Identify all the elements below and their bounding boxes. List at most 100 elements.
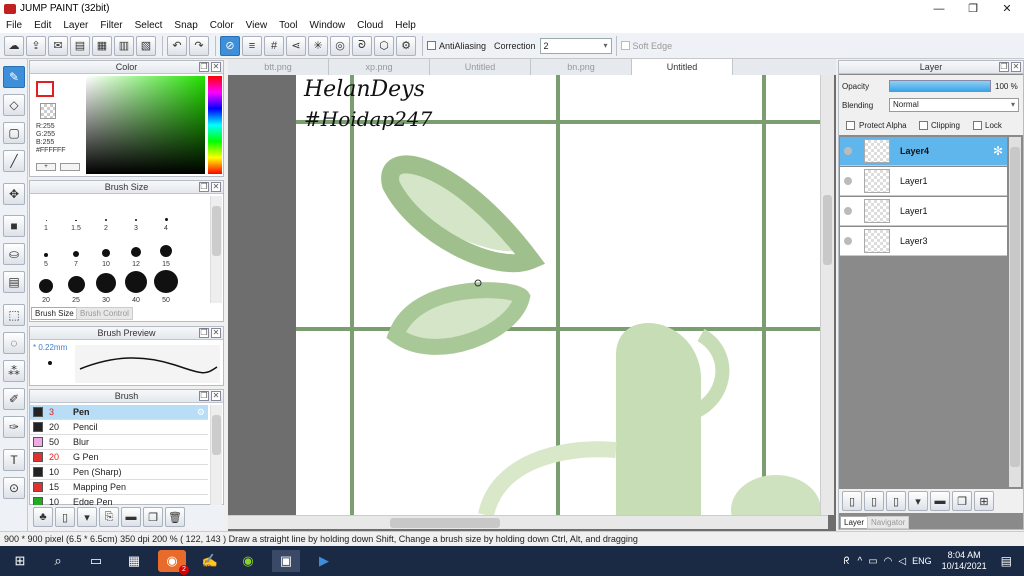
scroll-thumb[interactable] xyxy=(1010,147,1020,467)
selection-pen-tool-icon[interactable]: ✐ xyxy=(3,388,25,410)
protect-alpha-checkbox[interactable] xyxy=(846,121,855,130)
brush-size-cell[interactable]: 1 xyxy=(32,198,60,232)
fill-rect-tool-icon[interactable]: ■ xyxy=(3,215,25,237)
scroll-thumb[interactable] xyxy=(212,415,221,455)
brush-size-cell[interactable]: 1.5 xyxy=(62,198,90,232)
menu-snap[interactable]: Snap xyxy=(168,20,203,31)
brush-tool-icon[interactable]: ✎ xyxy=(3,66,25,88)
tab-xp[interactable]: xp.png xyxy=(329,59,430,75)
close-icon[interactable]: ✕ xyxy=(211,328,221,338)
magic-wand-tool-icon[interactable]: ⁂ xyxy=(3,360,25,382)
search-icon[interactable]: ⌕ xyxy=(44,550,72,572)
menu-tool[interactable]: Tool xyxy=(273,20,303,31)
layer-tab[interactable]: Layer xyxy=(840,516,869,529)
brush-duplicate-icon[interactable]: ❐ xyxy=(143,507,163,527)
cloud-icon[interactable]: ☁ xyxy=(4,35,24,56)
brush-size-cell[interactable]: 40 xyxy=(122,270,150,304)
brush-size-cell[interactable]: 4 xyxy=(152,198,180,232)
brush-item[interactable]: 50 Blur xyxy=(30,435,208,450)
network-icon[interactable]: ▭ xyxy=(868,556,877,567)
brush-size-cell[interactable]: 7 xyxy=(62,234,90,268)
lock-checkbox[interactable] xyxy=(973,121,982,130)
export-icon[interactable]: ⇪ xyxy=(26,35,46,56)
saturation-value-picker[interactable] xyxy=(86,76,205,174)
softedge-checkbox[interactable] xyxy=(620,41,630,50)
close-icon[interactable]: ✕ xyxy=(211,391,221,401)
maximize-button[interactable]: ❐ xyxy=(956,0,990,17)
close-button[interactable]: ✕ xyxy=(990,0,1024,17)
note-icon[interactable]: ▤ xyxy=(70,35,90,56)
task-view-icon[interactable]: ▭ xyxy=(82,550,110,572)
menu-filter[interactable]: Filter xyxy=(94,20,128,31)
brush-settings-icon[interactable]: ⚙ xyxy=(197,407,205,418)
selection-eraser-tool-icon[interactable]: ✑ xyxy=(3,416,25,438)
scroll-thumb[interactable] xyxy=(390,518,500,528)
brush-size-tab[interactable]: Brush Size xyxy=(31,307,78,320)
paint-app-icon[interactable]: ✍ xyxy=(196,550,224,572)
grid-snap-icon[interactable]: # xyxy=(264,35,284,56)
brush-size-cell[interactable]: 3 xyxy=(122,198,150,232)
brush-delete-icon[interactable]: 🗑 xyxy=(165,507,185,527)
close-icon[interactable]: ✕ xyxy=(211,62,221,72)
menu-select[interactable]: Select xyxy=(129,20,169,31)
eraser-tool-icon[interactable]: ◇ xyxy=(3,94,25,116)
correction-select[interactable]: 2 ▾ xyxy=(539,37,612,54)
tab-btt[interactable]: btt.png xyxy=(228,59,329,75)
bucket-tool-icon[interactable]: ⛀ xyxy=(3,243,25,265)
jump-paint-taskbar-icon[interactable]: ▣ xyxy=(272,550,300,572)
pages-icon[interactable]: ▥ xyxy=(114,35,134,56)
brush-item[interactable]: 20 Pencil xyxy=(30,420,208,435)
undo-icon[interactable]: ↶ xyxy=(167,35,187,56)
brush-item[interactable]: 3 Pen ⚙ xyxy=(30,405,208,420)
layer-row[interactable]: Layer4 ✻ xyxy=(840,137,1007,166)
scroll-thumb[interactable] xyxy=(212,206,221,256)
brush-item[interactable]: 10 Pen (Sharp) xyxy=(30,465,208,480)
menu-cloud[interactable]: Cloud xyxy=(351,20,389,31)
zoom-app-icon[interactable]: ▶ xyxy=(310,550,338,572)
float-icon[interactable]: ❐ xyxy=(199,182,209,192)
new-layer-8bit-icon[interactable]: ▯ xyxy=(864,491,884,511)
brush-size-cell[interactable]: 12 xyxy=(122,234,150,268)
brush-list-scrollbar[interactable] xyxy=(210,405,222,505)
drawing-canvas[interactable]: HelanDeys #Hoidap247 xyxy=(296,75,820,515)
snap-settings-icon[interactable]: ⚙ xyxy=(396,35,416,56)
brush-size-cell[interactable]: 50 xyxy=(152,270,180,304)
scroll-thumb[interactable] xyxy=(823,195,832,265)
visibility-icon[interactable] xyxy=(844,207,852,215)
merge-layer-icon[interactable]: ⊞ xyxy=(974,491,994,511)
layer-row[interactable]: Layer3 xyxy=(840,227,1007,256)
tab-untitled-1[interactable]: Untitled xyxy=(430,59,531,75)
menu-color[interactable]: Color xyxy=(204,20,240,31)
opacity-bar[interactable] xyxy=(889,80,991,92)
remove-color-button[interactable] xyxy=(60,163,80,171)
snap-off-icon[interactable]: ⊘ xyxy=(220,35,240,56)
foreground-color-swatch[interactable] xyxy=(36,81,54,97)
brush-size-cell[interactable]: 30 xyxy=(92,270,120,304)
layer-list-scrollbar[interactable] xyxy=(1009,137,1021,487)
add-color-button[interactable]: + xyxy=(36,163,56,171)
minimize-button[interactable]: — xyxy=(922,0,956,17)
close-icon[interactable]: ✕ xyxy=(1011,62,1021,72)
perspective-snap-icon[interactable]: ⋖ xyxy=(286,35,306,56)
chevron-up-icon[interactable]: ^ xyxy=(858,556,863,567)
wifi-icon[interactable]: ◠ xyxy=(884,556,893,567)
redo-icon[interactable]: ↷ xyxy=(189,35,209,56)
layer-row[interactable]: Layer1 xyxy=(840,167,1007,196)
page-icon[interactable]: ▦ xyxy=(92,35,112,56)
menu-help[interactable]: Help xyxy=(389,20,422,31)
new-brush-icon[interactable]: ▯ xyxy=(55,507,75,527)
brush-folder-icon[interactable]: ▬ xyxy=(121,507,141,527)
brush-size-cell[interactable]: 5 xyxy=(32,234,60,268)
visibility-icon[interactable] xyxy=(844,177,852,185)
brush-copy-icon[interactable]: ⎘ xyxy=(99,507,119,527)
curve-snap-icon[interactable]: ᘐ xyxy=(352,35,372,56)
layer-folder-icon[interactable]: ▬ xyxy=(930,491,950,511)
tab-bn[interactable]: bn.png xyxy=(531,59,632,75)
select-rect-tool-icon[interactable]: ▢ xyxy=(3,122,25,144)
people-icon[interactable]: ᖇ xyxy=(844,556,850,567)
lasso-tool-icon[interactable]: ◌ xyxy=(3,332,25,354)
float-icon[interactable]: ❐ xyxy=(199,328,209,338)
brush-size-cell[interactable]: 10 xyxy=(92,234,120,268)
float-icon[interactable]: ❐ xyxy=(199,391,209,401)
brush-item[interactable]: 15 Mapping Pen xyxy=(30,480,208,495)
